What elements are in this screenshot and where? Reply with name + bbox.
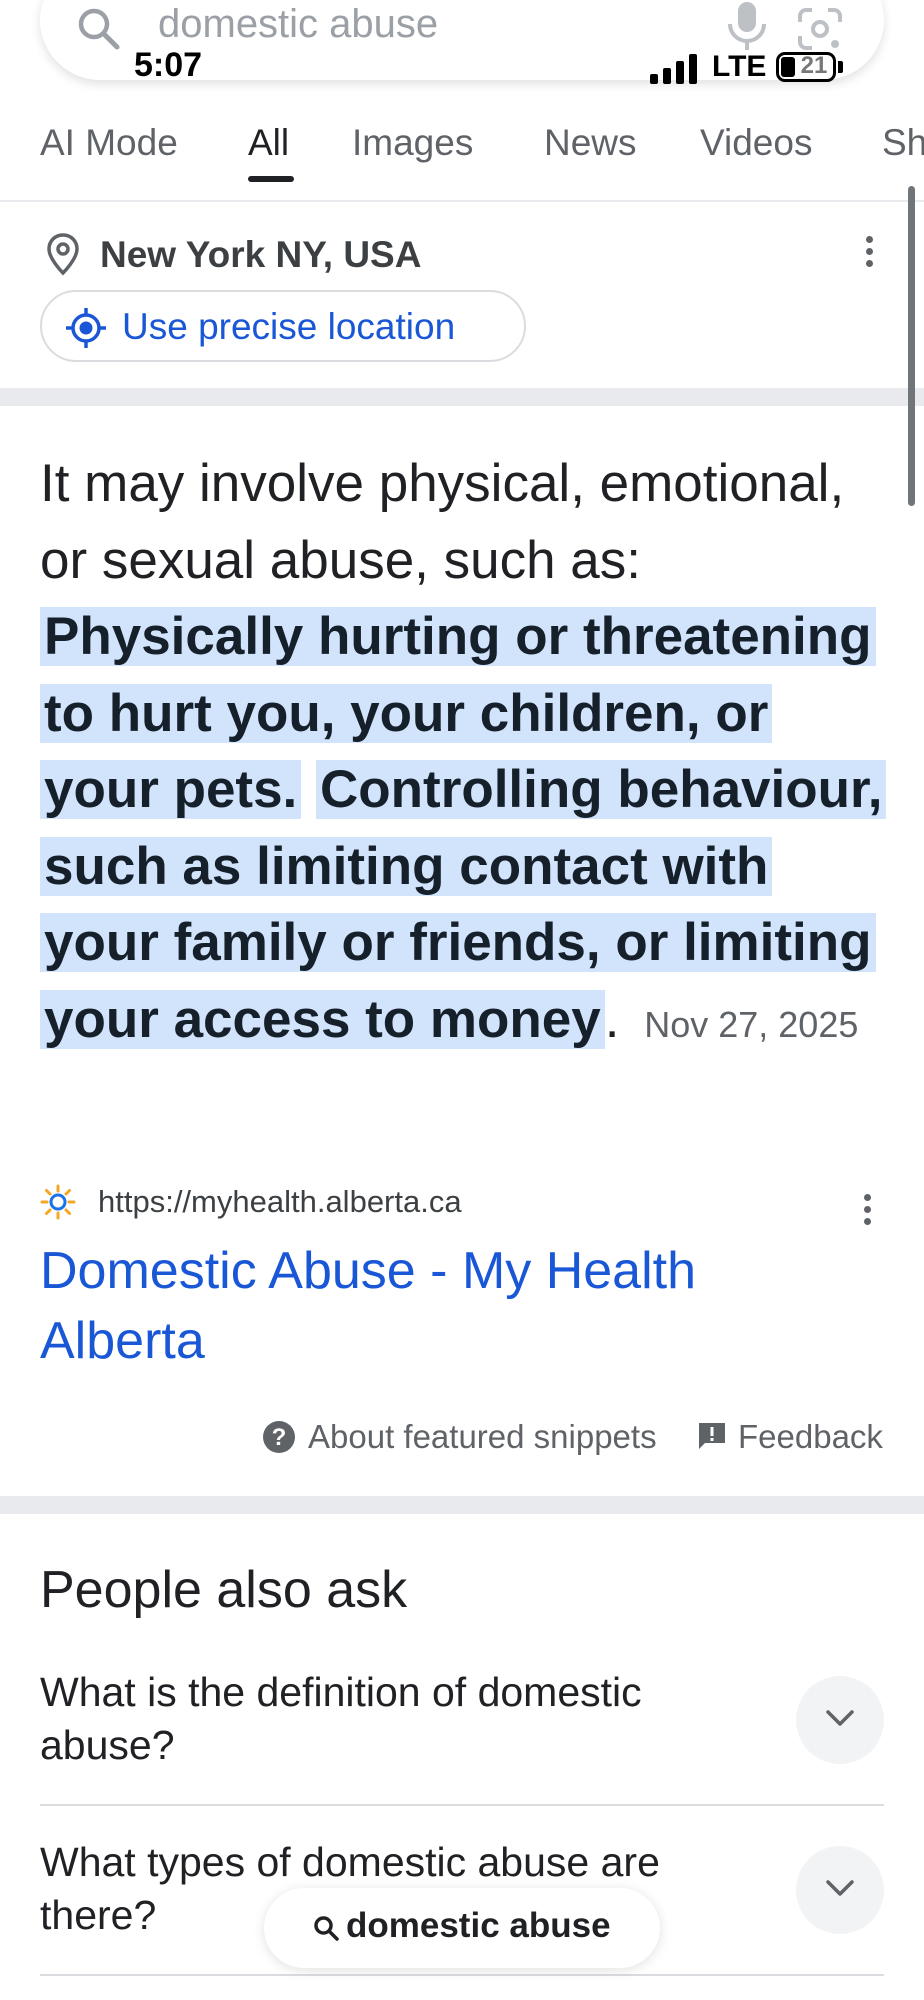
- paa-question[interactable]: What is the definition of domestic abuse…: [40, 1666, 760, 1772]
- location-more-options-icon[interactable]: [864, 236, 874, 272]
- chevron-down-icon: [826, 1710, 854, 1726]
- tab-ai-mode[interactable]: AI Mode: [40, 122, 178, 164]
- active-tab-indicator: [248, 176, 294, 182]
- search-icon: [314, 1916, 339, 1941]
- precise-location-icon: [66, 308, 106, 348]
- expand-question-button[interactable]: [796, 1676, 884, 1764]
- feedback-link[interactable]: Feedback: [738, 1418, 883, 1456]
- tab-all[interactable]: All: [248, 122, 289, 164]
- status-time: 5:07: [134, 46, 203, 84]
- featured-snippet: It may involve physical, emotional, or s…: [40, 446, 890, 1063]
- battery-tip: [838, 61, 843, 73]
- search-input[interactable]: domestic abuse: [158, 2, 438, 47]
- microphone-icon[interactable]: [724, 0, 770, 52]
- use-precise-location-button[interactable]: Use precise location: [40, 290, 526, 362]
- people-also-ask-title: People also ask: [40, 1561, 408, 1619]
- section-divider: [0, 1496, 924, 1514]
- svg-text:?: ?: [272, 1424, 287, 1451]
- scrollbar[interactable]: [908, 186, 915, 506]
- result-title-link[interactable]: Domestic Abuse - My Health Alberta: [40, 1236, 840, 1376]
- site-favicon: [40, 1184, 76, 1220]
- tab-shopping[interactable]: Sh: [882, 122, 924, 164]
- snippet-period: .: [604, 989, 620, 1049]
- search-icon: [78, 8, 120, 50]
- snippet-intro: It may involve physical, emotional, or s…: [40, 454, 845, 590]
- expand-question-button[interactable]: [796, 1846, 884, 1934]
- search-tabs: AI Mode All Images News Videos Sh: [0, 112, 924, 202]
- floating-search-chip[interactable]: domestic abuse: [264, 1888, 660, 1968]
- about-featured-snippets-link[interactable]: About featured snippets: [308, 1418, 657, 1456]
- result-more-options-icon[interactable]: [862, 1194, 872, 1230]
- signal-strength-icon: [650, 54, 697, 84]
- tabs-divider: [0, 200, 924, 202]
- help-icon: ?: [263, 1421, 295, 1453]
- floating-search-label: domestic abuse: [346, 1906, 611, 1945]
- tab-images[interactable]: Images: [352, 122, 473, 164]
- tab-news[interactable]: News: [544, 122, 637, 164]
- network-type: LTE: [712, 50, 767, 83]
- paa-divider: [40, 1804, 884, 1806]
- paa-divider: [40, 1974, 884, 1976]
- use-precise-location-label: Use precise location: [122, 306, 456, 347]
- location-name: New York NY, USA: [100, 234, 422, 275]
- location-pin-icon: [47, 233, 79, 276]
- google-lens-icon[interactable]: [796, 6, 844, 52]
- source-url[interactable]: https://myhealth.alberta.ca: [98, 1184, 462, 1220]
- section-divider: [0, 388, 924, 406]
- tab-videos[interactable]: Videos: [700, 122, 812, 164]
- battery-icon: 21: [776, 52, 836, 82]
- snippet-date: Nov 27, 2025: [644, 1003, 859, 1045]
- feedback-icon: [699, 1423, 725, 1449]
- battery-level: 21: [800, 52, 828, 79]
- chevron-down-icon: [826, 1880, 854, 1896]
